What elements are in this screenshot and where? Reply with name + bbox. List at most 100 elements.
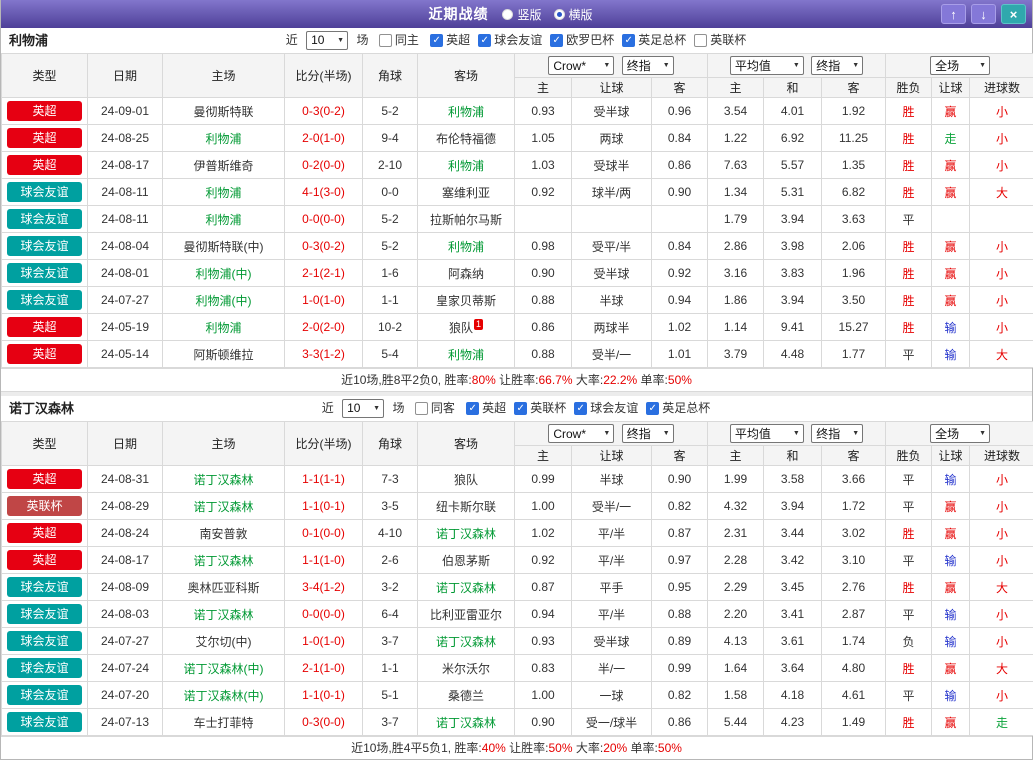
away-team-cell[interactable]: 布伦特福德 xyxy=(418,125,515,152)
home-team-cell[interactable]: 利物浦 xyxy=(163,314,285,341)
away-team-cell[interactable]: 桑德兰 xyxy=(418,682,515,709)
away-team-cell[interactable]: 利物浦 xyxy=(418,98,515,125)
score-cell[interactable]: 0-0(0-0) xyxy=(285,601,363,628)
checkbox-icon[interactable]: ✓ xyxy=(622,34,635,47)
checkbox-icon[interactable]: ✓ xyxy=(514,402,527,415)
bookmaker-select[interactable]: Crow*▼ xyxy=(548,56,614,75)
league-filter-checkbox[interactable]: ✓英联杯 xyxy=(514,396,566,421)
home-team-cell[interactable]: 诺丁汉森林(中) xyxy=(163,682,285,709)
home-team-cell[interactable]: 南安普敦 xyxy=(163,520,285,547)
checkbox-icon[interactable] xyxy=(379,34,392,47)
home-team-cell[interactable]: 奥林匹亚科斯 xyxy=(163,574,285,601)
league-filter-checkbox[interactable]: ✓欧罗巴杯 xyxy=(550,28,614,53)
home-team-cell[interactable]: 曼彻斯特联 xyxy=(163,98,285,125)
score-cell[interactable]: 0-3(0-0) xyxy=(285,709,363,736)
away-team-cell[interactable]: 米尔沃尔 xyxy=(418,655,515,682)
away-team-cell[interactable]: 塞维利亚 xyxy=(418,179,515,206)
radio-selected-icon[interactable] xyxy=(554,9,565,20)
home-team-cell[interactable]: 伊普斯维奇 xyxy=(163,152,285,179)
home-team-cell[interactable]: 车士打菲特 xyxy=(163,709,285,736)
home-team-cell[interactable]: 诺丁汉森林 xyxy=(163,601,285,628)
score-cell[interactable]: 2-0(2-0) xyxy=(285,314,363,341)
home-team-cell[interactable]: 利物浦(中) xyxy=(163,287,285,314)
home-team-cell[interactable]: 阿斯顿维拉 xyxy=(163,341,285,368)
away-team-cell[interactable]: 纽卡斯尔联 xyxy=(418,493,515,520)
checkbox-icon[interactable] xyxy=(415,402,428,415)
score-cell[interactable]: 1-0(1-0) xyxy=(285,287,363,314)
average-select[interactable]: 平均值▼ xyxy=(730,56,804,75)
scroll-down-button[interactable]: ↓ xyxy=(971,4,996,24)
radio-unselected-icon[interactable] xyxy=(502,9,513,20)
away-team-cell[interactable]: 诺丁汉森林 xyxy=(418,628,515,655)
checkbox-icon[interactable]: ✓ xyxy=(574,402,587,415)
score-cell[interactable]: 2-1(2-1) xyxy=(285,260,363,287)
final-index-select[interactable]: 终指▼ xyxy=(622,56,674,75)
away-team-cell[interactable]: 利物浦 xyxy=(418,233,515,260)
home-team-cell[interactable]: 利物浦 xyxy=(163,206,285,233)
away-team-cell[interactable]: 狼队1 xyxy=(418,314,515,341)
average-select[interactable]: 平均值▼ xyxy=(730,424,804,443)
score-cell[interactable]: 2-1(1-0) xyxy=(285,655,363,682)
away-team-cell[interactable]: 比利亚雷亚尔 xyxy=(418,601,515,628)
checkbox-icon[interactable]: ✓ xyxy=(430,34,443,47)
scope-select[interactable]: 全场▼ xyxy=(930,56,990,75)
league-filter-checkbox[interactable]: ✓英超 xyxy=(466,396,506,421)
match-count-select[interactable]: 10 ▼ xyxy=(342,399,384,418)
filter-same-away-checkbox[interactable]: 同客 xyxy=(415,396,455,421)
score-cell[interactable]: 0-3(0-2) xyxy=(285,233,363,260)
home-team-cell[interactable]: 诺丁汉森林(中) xyxy=(163,655,285,682)
away-team-cell[interactable]: 阿森纳 xyxy=(418,260,515,287)
home-team-cell[interactable]: 艾尔切(中) xyxy=(163,628,285,655)
score-cell[interactable]: 1-1(0-1) xyxy=(285,682,363,709)
score-cell[interactable]: 1-1(1-1) xyxy=(285,466,363,493)
away-team-cell[interactable]: 狼队 xyxy=(418,466,515,493)
home-team-cell[interactable]: 诺丁汉森林 xyxy=(163,466,285,493)
score-cell[interactable]: 3-4(1-2) xyxy=(285,574,363,601)
checkbox-icon[interactable]: ✓ xyxy=(550,34,563,47)
away-team-cell[interactable]: 利物浦 xyxy=(418,152,515,179)
score-cell[interactable]: 4-1(3-0) xyxy=(285,179,363,206)
close-button[interactable]: × xyxy=(1001,4,1026,24)
layout-radio-vertical[interactable]: 竖版 xyxy=(502,6,541,23)
score-cell[interactable]: 1-1(1-0) xyxy=(285,547,363,574)
score-cell[interactable]: 1-1(0-1) xyxy=(285,493,363,520)
layout-radio-horizontal[interactable]: 横版 xyxy=(554,6,593,23)
away-team-cell[interactable]: 利物浦 xyxy=(418,341,515,368)
away-team-cell[interactable]: 诺丁汉森林 xyxy=(418,574,515,601)
home-team-cell[interactable]: 利物浦 xyxy=(163,179,285,206)
score-cell[interactable]: 3-3(1-2) xyxy=(285,341,363,368)
final-index-select[interactable]: 终指▼ xyxy=(811,424,863,443)
away-team-cell[interactable]: 拉斯帕尔马斯 xyxy=(418,206,515,233)
checkbox-icon[interactable] xyxy=(694,34,707,47)
away-team-cell[interactable]: 皇家贝蒂斯 xyxy=(418,287,515,314)
league-filter-checkbox[interactable]: 英联杯 xyxy=(694,28,746,53)
away-team-cell[interactable]: 诺丁汉森林 xyxy=(418,520,515,547)
score-cell[interactable]: 0-1(0-0) xyxy=(285,520,363,547)
away-team-cell[interactable]: 诺丁汉森林 xyxy=(418,709,515,736)
score-cell[interactable]: 2-0(1-0) xyxy=(285,125,363,152)
scroll-up-button[interactable]: ↑ xyxy=(941,4,966,24)
league-filter-checkbox[interactable]: ✓球会友谊 xyxy=(478,28,542,53)
match-count-select[interactable]: 10 ▼ xyxy=(306,31,348,50)
league-filter-checkbox[interactable]: ✓英超 xyxy=(430,28,470,53)
filter-same-home-checkbox[interactable]: 同主 xyxy=(379,28,419,53)
final-index-select[interactable]: 终指▼ xyxy=(811,56,863,75)
home-team-cell[interactable]: 诺丁汉森林 xyxy=(163,493,285,520)
score-cell[interactable]: 1-0(1-0) xyxy=(285,628,363,655)
league-filter-checkbox[interactable]: ✓球会友谊 xyxy=(574,396,638,421)
checkbox-icon[interactable]: ✓ xyxy=(466,402,479,415)
league-filter-checkbox[interactable]: ✓英足总杯 xyxy=(622,28,686,53)
home-team-cell[interactable]: 利物浦 xyxy=(163,125,285,152)
bookmaker-select[interactable]: Crow*▼ xyxy=(548,424,614,443)
scope-select[interactable]: 全场▼ xyxy=(930,424,990,443)
final-index-select[interactable]: 终指▼ xyxy=(622,424,674,443)
home-team-cell[interactable]: 诺丁汉森林 xyxy=(163,547,285,574)
score-cell[interactable]: 0-0(0-0) xyxy=(285,206,363,233)
score-cell[interactable]: 0-2(0-0) xyxy=(285,152,363,179)
home-team-cell[interactable]: 利物浦(中) xyxy=(163,260,285,287)
checkbox-icon[interactable]: ✓ xyxy=(478,34,491,47)
league-filter-checkbox[interactable]: ✓英足总杯 xyxy=(646,396,710,421)
score-cell[interactable]: 0-3(0-2) xyxy=(285,98,363,125)
checkbox-icon[interactable]: ✓ xyxy=(646,402,659,415)
away-team-cell[interactable]: 伯恩茅斯 xyxy=(418,547,515,574)
